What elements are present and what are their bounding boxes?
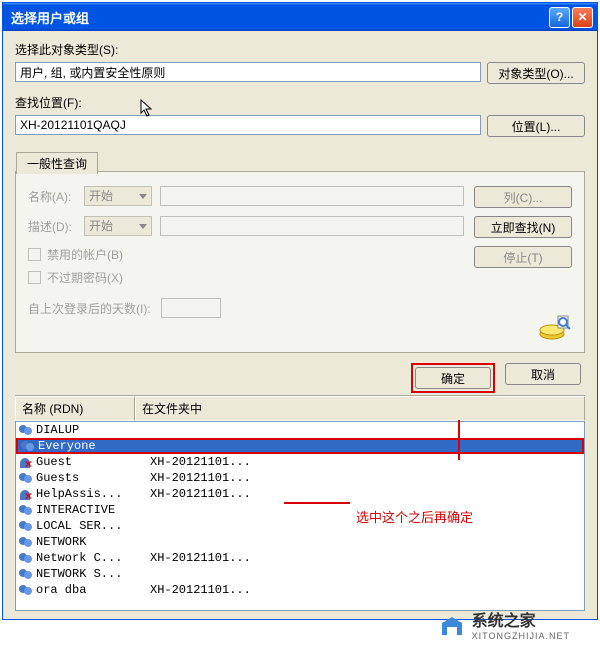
results-list[interactable]: DIALUPEveryoneGuestXH-20121101...GuestsX… [15, 421, 585, 611]
result-row[interactable]: HelpAssis...XH-20121101... [16, 486, 584, 502]
result-folder: XH-20121101... [150, 583, 582, 597]
watermark-title: 系统之家 [472, 612, 570, 631]
desc-label: 描述(D): [28, 218, 76, 235]
help-button[interactable]: ? [549, 7, 570, 28]
object-type-field[interactable] [15, 62, 481, 82]
cursor-icon [140, 99, 156, 119]
locations-button[interactable]: 位置(L)... [487, 115, 585, 137]
window-title: 选择用户或组 [7, 8, 547, 27]
result-row[interactable]: NETWORK [16, 534, 584, 550]
name-mode-dropdown: 开始 [84, 186, 152, 206]
principal-icon [20, 439, 36, 453]
object-types-button[interactable]: 对象类型(O)... [487, 62, 585, 84]
results-header: 名称 (RDN) 在文件夹中 [15, 395, 585, 421]
name-input [160, 186, 464, 206]
result-folder: XH-20121101... [150, 487, 582, 501]
result-row[interactable]: INTERACTIVE [16, 502, 584, 518]
principal-icon [18, 423, 34, 437]
noexpire-checkbox [28, 271, 41, 284]
result-row[interactable]: GuestsXH-20121101... [16, 470, 584, 486]
result-name: NETWORK [36, 535, 150, 549]
result-name: HelpAssis... [36, 487, 150, 501]
principal-icon [18, 535, 34, 549]
days-spin [161, 298, 221, 318]
principal-icon [18, 471, 34, 485]
result-row[interactable]: DIALUP [16, 422, 584, 438]
result-row[interactable]: ora dbaXH-20121101... [16, 582, 584, 598]
annotation-text: 选中这个之后再确定 [356, 507, 473, 526]
result-row[interactable]: Everyone [16, 438, 584, 454]
columns-button: 列(C)... [474, 186, 572, 208]
disabled-label: 禁用的帐户(B) [47, 246, 123, 263]
find-now-button[interactable]: 立即查找(N) [474, 216, 572, 238]
result-name: NETWORK S... [36, 567, 150, 581]
disabled-checkbox [28, 248, 41, 261]
tab-general[interactable]: 一般性查询 [16, 152, 98, 174]
result-row[interactable]: Network C...XH-20121101... [16, 550, 584, 566]
principal-icon [18, 551, 34, 565]
cancel-button[interactable]: 取消 [505, 363, 581, 385]
result-name: Guest [36, 455, 150, 469]
principal-icon [18, 519, 34, 533]
principal-icon [18, 567, 34, 581]
result-name: INTERACTIVE [36, 503, 150, 517]
result-folder: XH-20121101... [150, 455, 582, 469]
result-folder: XH-20121101... [150, 471, 582, 485]
desc-mode-dropdown: 开始 [84, 216, 152, 236]
ok-button[interactable]: 确定 [415, 367, 491, 389]
location-label: 查找位置(F): [15, 94, 585, 111]
result-row[interactable]: GuestXH-20121101... [16, 454, 584, 470]
name-label: 名称(A): [28, 188, 76, 205]
result-name: ora dba [36, 583, 150, 597]
watermark-url: XITONGZHIJIA.NET [472, 631, 570, 642]
close-button[interactable]: ✕ [572, 7, 593, 28]
result-name: LOCAL SER... [36, 519, 150, 533]
annotation-arrow-2 [284, 502, 350, 504]
result-name: DIALUP [36, 423, 150, 437]
watermark-icon [438, 615, 466, 639]
object-type-label: 选择此对象类型(S): [15, 41, 585, 58]
result-row[interactable]: NETWORK S... [16, 566, 584, 582]
principal-icon [18, 503, 34, 517]
result-name: Guests [36, 471, 150, 485]
result-row[interactable]: LOCAL SER... [16, 518, 584, 534]
result-folder: XH-20121101... [150, 551, 582, 565]
location-field[interactable] [15, 115, 481, 135]
principal-icon [18, 455, 34, 469]
result-name: Everyone [38, 439, 152, 453]
principal-icon [18, 583, 34, 597]
titlebar: 选择用户或组 ? ✕ [3, 3, 597, 31]
result-name: Network C... [36, 551, 150, 565]
ok-button-highlight: 确定 [411, 363, 495, 393]
col-folder[interactable]: 在文件夹中 [135, 396, 585, 421]
watermark: 系统之家 XITONGZHIJIA.NET [438, 612, 570, 642]
desc-input [160, 216, 464, 236]
days-label: 自上次登录后的天数(I): [28, 300, 151, 317]
directory-icon [538, 312, 572, 342]
col-name[interactable]: 名称 (RDN) [15, 396, 135, 421]
noexpire-label: 不过期密码(X) [47, 269, 123, 286]
annotation-arrow [458, 420, 460, 460]
principal-icon [18, 487, 34, 501]
stop-button: 停止(T) [474, 246, 572, 268]
